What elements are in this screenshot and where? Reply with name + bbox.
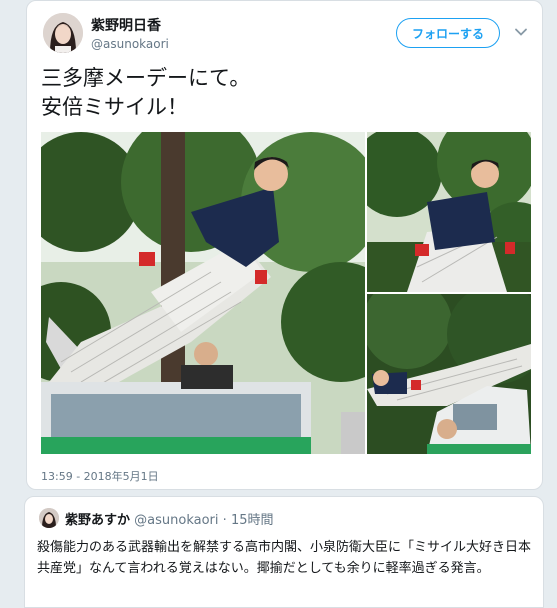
follow-button[interactable]: フォローする — [396, 18, 500, 48]
timestamp[interactable]: 13:59 - 2018年5月1日 — [41, 468, 159, 484]
reply-card: 紫野あすか @asunokaori · 15時間 殺傷能力のある武器輸出を解禁す… — [24, 496, 544, 608]
reply-header: 紫野あすか @asunokaori · 15時間 — [65, 509, 273, 528]
tweet-text-line: 安倍ミサイル！ — [41, 95, 188, 119]
photo-bottom-right[interactable] — [367, 294, 531, 454]
avatar[interactable] — [43, 13, 83, 53]
chevron-down-icon[interactable] — [514, 25, 528, 39]
reply-display-name[interactable]: 紫野あすか — [65, 513, 130, 528]
reply-time[interactable]: 15時間 — [231, 513, 274, 528]
reply-separator: · — [222, 513, 227, 528]
reply-text: 殺傷能力のある武器輸出を解禁する高市内閣、小泉防衛大臣に「ミサイル大好き日本共産… — [37, 540, 532, 576]
handle[interactable]: @asunokaori — [91, 37, 169, 51]
photo-top-right[interactable] — [367, 132, 531, 292]
photo-main[interactable] — [41, 132, 365, 454]
tweet-text-line: 三多摩メーデーにて。 — [41, 66, 251, 90]
tweet-text: 三多摩メーデーにて。 安倍ミサイル！ — [41, 64, 531, 122]
tweet-card: 紫野明日香 @asunokaori フォローする 三多摩メーデーにて。 安倍ミサ… — [26, 0, 543, 490]
reply-avatar[interactable] — [39, 508, 59, 528]
media-grid — [41, 132, 531, 454]
reply-handle[interactable]: @asunokaori — [134, 513, 218, 528]
display-name[interactable]: 紫野明日香 — [91, 15, 161, 35]
